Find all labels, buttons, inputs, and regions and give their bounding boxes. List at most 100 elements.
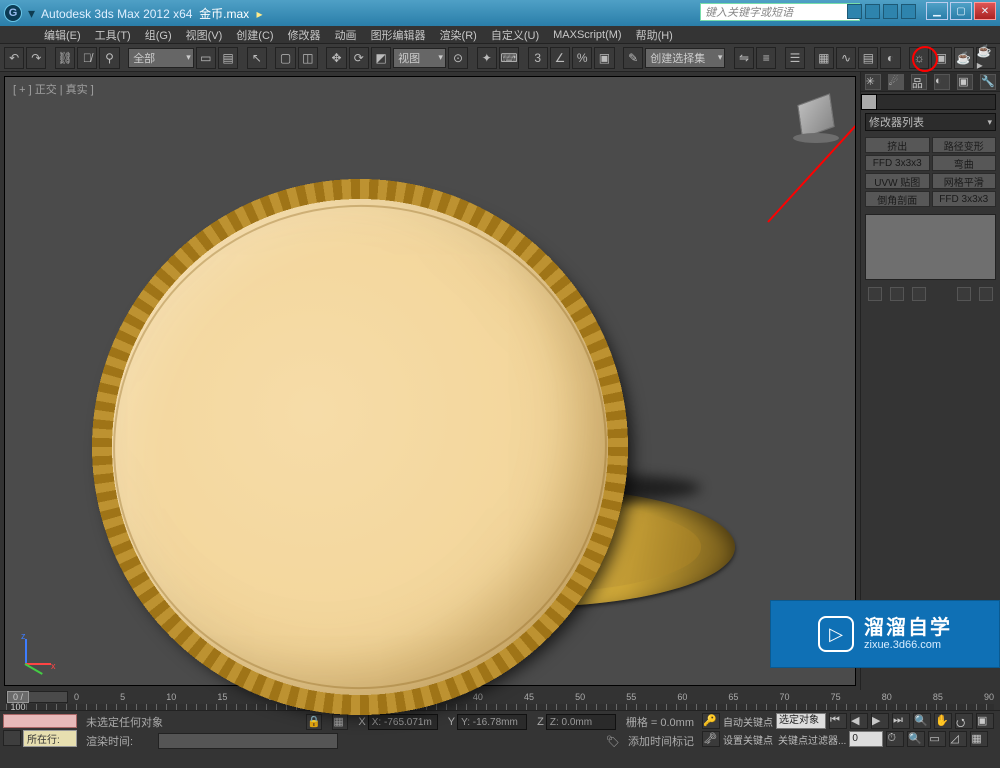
binoculars-icon[interactable] bbox=[847, 4, 862, 19]
mod-uvw[interactable]: UVW 贴图 bbox=[865, 173, 930, 189]
named-sets-select[interactable]: 创建选择集 bbox=[645, 48, 725, 68]
tab-create[interactable]: ✳ bbox=[865, 74, 881, 90]
tag-icon[interactable]: 🏷 bbox=[606, 735, 620, 748]
show-end-icon[interactable] bbox=[890, 287, 904, 301]
remove-mod-icon[interactable] bbox=[957, 287, 971, 301]
search-input[interactable]: 键入关键字或短语 bbox=[700, 3, 860, 21]
wrench-icon[interactable] bbox=[865, 4, 880, 19]
keyfilter-button[interactable]: 关键点过滤器... bbox=[778, 732, 846, 747]
mod-ffd1[interactable]: FFD 3x3x3 bbox=[865, 155, 930, 171]
pan-icon[interactable]: ✋ bbox=[934, 713, 952, 729]
mod-ffd2[interactable]: FFD 3x3x3 bbox=[932, 191, 997, 207]
schematic-button[interactable]: ▤ bbox=[858, 47, 878, 69]
align-button[interactable]: ≡ bbox=[756, 47, 776, 69]
tab-display[interactable]: ▣ bbox=[957, 74, 973, 90]
play-next-icon[interactable]: ⏭ bbox=[892, 713, 910, 729]
menu-animation[interactable]: 动画 bbox=[329, 26, 363, 44]
snap-button[interactable]: 3 bbox=[528, 47, 548, 69]
layers-button[interactable]: ☰ bbox=[785, 47, 805, 69]
unlink-button[interactable]: ⛓̸ bbox=[77, 47, 97, 69]
key-big-icon[interactable]: 🗝 bbox=[702, 731, 720, 747]
select-object-button[interactable]: ▭ bbox=[196, 47, 216, 69]
selsets-field[interactable]: 选定对象 bbox=[776, 713, 826, 729]
z-coord[interactable]: Z: 0.0mm bbox=[546, 714, 616, 730]
app-menu-icon[interactable]: ▾ bbox=[28, 5, 35, 22]
menu-create[interactable]: 创建(C) bbox=[230, 26, 279, 44]
play-start-icon[interactable]: ⏮ bbox=[829, 713, 847, 729]
undo-button[interactable]: ↶ bbox=[4, 47, 24, 69]
mod-meshsmooth[interactable]: 网格平滑 bbox=[932, 173, 997, 189]
spinner-snap-button[interactable]: ▣ bbox=[594, 47, 614, 69]
menu-group[interactable]: 组(G) bbox=[139, 26, 178, 44]
percent-snap-button[interactable]: % bbox=[572, 47, 592, 69]
menu-edit[interactable]: 编辑(E) bbox=[38, 26, 87, 44]
key-icon[interactable]: 🔑 bbox=[702, 713, 720, 729]
render-prod-button[interactable]: ☕▸ bbox=[976, 47, 996, 69]
mod-pathdeform[interactable]: 路径变形 bbox=[932, 137, 997, 153]
zoomext-icon[interactable]: ▭ bbox=[928, 731, 946, 747]
viewport-label[interactable]: [ + ] 正交 | 真实 ] bbox=[13, 81, 94, 97]
menu-maxscript[interactable]: MAXScript(M) bbox=[547, 28, 627, 42]
time-slider-value[interactable]: 0 / 100 bbox=[7, 691, 29, 703]
lock-icon[interactable] bbox=[3, 730, 21, 746]
zoom2-icon[interactable]: 🔍 bbox=[907, 731, 925, 747]
autokey-button[interactable]: 自动关键点 bbox=[723, 714, 773, 729]
refcoord-select[interactable]: 视图 bbox=[393, 48, 446, 68]
menu-rendering[interactable]: 渲染(R) bbox=[434, 26, 483, 44]
maximize-button[interactable]: ▢ bbox=[950, 2, 972, 20]
move-button[interactable]: ✥ bbox=[326, 47, 346, 69]
rotate-button[interactable]: ⟳ bbox=[349, 47, 369, 69]
fov-icon[interactable]: ◿ bbox=[949, 731, 967, 747]
linenum-field[interactable]: 所在行: bbox=[23, 730, 77, 747]
object-name-input[interactable] bbox=[865, 94, 996, 110]
maxscript-mini[interactable] bbox=[3, 714, 77, 728]
close-button[interactable]: ✕ bbox=[974, 2, 996, 20]
modifier-list-select[interactable]: 修改器列表 bbox=[865, 113, 996, 131]
material-editor-button[interactable]: ◐ bbox=[880, 47, 900, 69]
timeconfig-icon[interactable]: ⏱ bbox=[886, 731, 904, 747]
render-button[interactable]: ☕ bbox=[954, 47, 974, 69]
mod-bend[interactable]: 弯曲 bbox=[932, 155, 997, 171]
scale-button[interactable]: ◩ bbox=[371, 47, 391, 69]
manip-button[interactable]: ✦ bbox=[477, 47, 497, 69]
object-color[interactable] bbox=[861, 94, 877, 110]
play-icon2[interactable]: ▶ bbox=[871, 713, 889, 729]
star-icon[interactable] bbox=[883, 4, 898, 19]
angle-snap-button[interactable]: ∠ bbox=[550, 47, 570, 69]
selection-filter[interactable]: 全部 bbox=[128, 48, 194, 68]
select-name-button[interactable]: ▤ bbox=[218, 47, 238, 69]
menu-tools[interactable]: 工具(T) bbox=[89, 26, 137, 44]
script-listener[interactable] bbox=[158, 733, 338, 749]
edit-named-button[interactable]: ✎ bbox=[623, 47, 643, 69]
max-icon[interactable]: ▣ bbox=[976, 713, 994, 729]
menu-modifiers[interactable]: 修改器 bbox=[282, 26, 327, 44]
frame-field[interactable]: 0 bbox=[849, 731, 883, 747]
pivot-button[interactable]: ⊙ bbox=[448, 47, 468, 69]
keymode-button[interactable]: ⌨ bbox=[499, 47, 519, 69]
minimize-button[interactable]: ▁ bbox=[926, 2, 948, 20]
setkey-button[interactable]: 设置关键点 bbox=[723, 732, 773, 747]
tab-motion[interactable]: ◐ bbox=[934, 74, 950, 90]
menu-grapheditors[interactable]: 图形编辑器 bbox=[365, 26, 432, 44]
app-logo[interactable]: G bbox=[4, 4, 22, 22]
y-coord[interactable]: Y: -16.78mm bbox=[457, 714, 527, 730]
select-cursor-button[interactable]: ↖ bbox=[247, 47, 267, 69]
play-prev-icon[interactable]: ◀ bbox=[850, 713, 868, 729]
pin-stack-icon[interactable] bbox=[868, 287, 882, 301]
mod-extrude[interactable]: 挤出 bbox=[865, 137, 930, 153]
viewcube[interactable] bbox=[793, 95, 839, 141]
curve-editor-button[interactable]: ∿ bbox=[836, 47, 856, 69]
make-unique-icon[interactable] bbox=[912, 287, 926, 301]
menu-customize[interactable]: 自定义(U) bbox=[485, 26, 545, 44]
viewport[interactable]: [ + ] 正交 | 真实 ] zx bbox=[4, 76, 856, 686]
time-slider-handle[interactable]: 0 / 100 bbox=[6, 691, 68, 703]
window-crossing-button[interactable]: ◫ bbox=[298, 47, 318, 69]
tab-hierarchy[interactable]: 品 bbox=[911, 74, 927, 90]
tab-modify[interactable]: ☄ bbox=[888, 74, 904, 90]
zoom-icon[interactable]: 🔍 bbox=[913, 713, 931, 729]
link-button[interactable]: ⛓ bbox=[55, 47, 75, 69]
maxtoggle-icon[interactable]: ▦ bbox=[970, 731, 988, 747]
orbit-icon[interactable]: ⭯ bbox=[955, 713, 973, 729]
tab-utilities[interactable]: 🔧 bbox=[980, 74, 996, 90]
modifier-stack[interactable] bbox=[865, 214, 996, 280]
